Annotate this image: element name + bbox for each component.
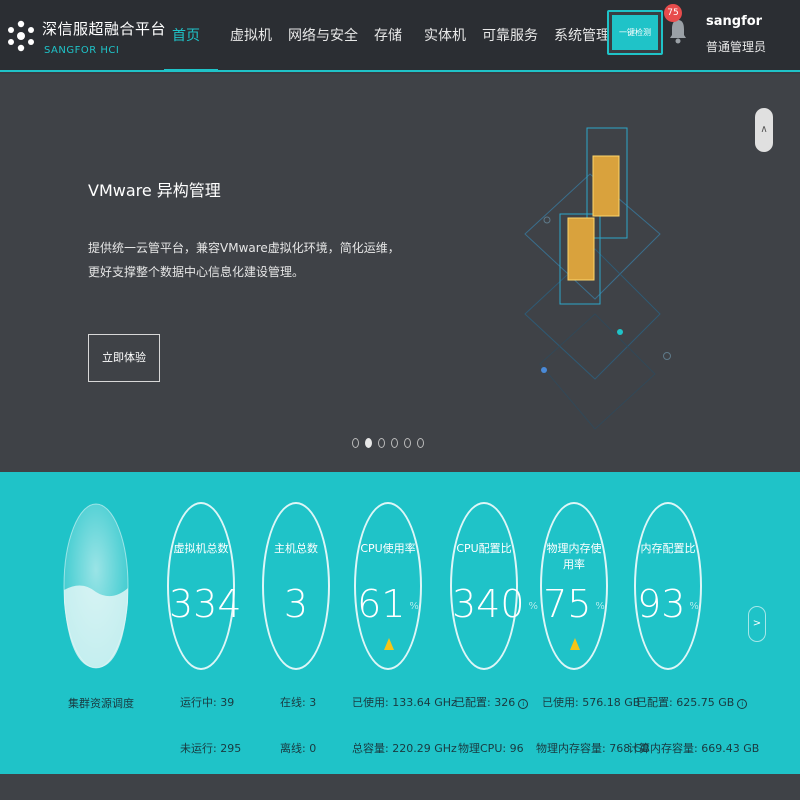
banner-description: 提供统一云管平台，兼容VMware虚拟化环境，简化运维，更好支撑整个数据中心信息… xyxy=(88,241,400,279)
cpu-total-text: 总容量: 220.29 GHz xyxy=(352,742,457,755)
user-role: 普通管理员 xyxy=(706,40,767,54)
physical-cpu-text: 物理CPU: 96 xyxy=(458,742,524,755)
feature-banner: VMware 异构管理 提供统一云管平台，兼容VMware虚拟化环境，简化运维，… xyxy=(0,74,800,472)
info-icon[interactable]: i xyxy=(737,699,748,709)
nav-storage[interactable]: 存储 xyxy=(366,0,410,72)
cluster-scheduling-globe-icon[interactable] xyxy=(62,502,130,670)
gauge-title: CPU配置比 xyxy=(456,542,512,555)
gauge-value: 340% xyxy=(452,582,539,626)
chevron-up-icon[interactable]: ∧ xyxy=(755,108,773,152)
cluster-scheduling-label[interactable]: 集群资源调度 xyxy=(68,695,134,711)
carousel-dot[interactable] xyxy=(404,438,411,448)
notification-badge: 75 xyxy=(664,4,682,22)
brand-subtitle: SANGFOR HCI xyxy=(44,45,120,56)
banner-title: VMware 异构管理 xyxy=(88,181,221,200)
warning-icon xyxy=(384,638,394,650)
chevron-right-icon[interactable]: > xyxy=(748,606,766,642)
nav-reliable-service[interactable]: 可靠服务 xyxy=(474,0,546,72)
memory-usage-gauge[interactable]: 物理内存使用率 75% xyxy=(540,502,608,670)
vm-stopped-text: 未运行: 295 xyxy=(180,742,242,755)
gauge-value: 61% xyxy=(357,582,419,626)
gauge-value: 93% xyxy=(637,582,699,626)
cpu-config-ratio-gauge[interactable]: CPU配置比 340% xyxy=(450,502,539,670)
gauge-value: 3 xyxy=(283,582,309,626)
gauge-title: 主机总数 xyxy=(274,542,318,555)
carousel-dot[interactable] xyxy=(417,438,424,448)
one-click-check-label: 一键检测 xyxy=(612,15,658,50)
vm-total-gauge[interactable]: 虚拟机总数 334 xyxy=(167,502,242,670)
gauge-value: 75% xyxy=(543,582,605,626)
cpu-usage-gauge[interactable]: CPU使用率 61% xyxy=(354,502,422,670)
memory-configured-text: 已配置: 625.75 GB i xyxy=(636,694,748,710)
gauge-title: 物理内存使用率 xyxy=(546,542,602,571)
host-online-text: 在线: 3 xyxy=(280,696,317,709)
cpu-configured-text: 已配置: 326 i xyxy=(454,694,529,710)
warning-icon xyxy=(570,638,580,650)
memory-config-ratio-gauge[interactable]: 内存配置比 93% xyxy=(634,502,702,670)
user-name[interactable]: sangfor xyxy=(706,14,762,29)
top-navigation-bar: 深信服超融合平台 SANGFOR HCI 首页 虚拟机 网络与安全 存储 实体机… xyxy=(0,0,800,72)
try-now-button[interactable]: 立即体验 xyxy=(88,334,160,382)
brand-name: 深信服超融合平台 xyxy=(42,20,167,38)
carousel-dot[interactable] xyxy=(378,438,385,448)
vmware-illustration-icon xyxy=(524,127,671,430)
host-offline-text: 离线: 0 xyxy=(280,742,317,755)
nav-home[interactable]: 首页 xyxy=(164,0,218,72)
vm-running-text: 运行中: 39 xyxy=(180,696,235,709)
main-nav: 首页 虚拟机 网络与安全 存储 实体机 可靠服务 系统管理 xyxy=(164,0,618,72)
sangfor-logo-icon[interactable] xyxy=(6,10,36,62)
bottom-section xyxy=(0,774,800,800)
carousel-dots xyxy=(352,438,424,448)
nav-physical-machine[interactable]: 实体机 xyxy=(416,0,474,72)
carousel-dot[interactable] xyxy=(391,438,398,448)
gauge-value: 334 xyxy=(169,582,242,626)
memory-used-text: 已使用: 576.18 GB xyxy=(542,696,641,709)
carousel-dot-active[interactable] xyxy=(365,438,372,448)
gauge-title: CPU使用率 xyxy=(360,542,416,555)
info-icon[interactable]: i xyxy=(518,699,529,709)
gauge-title: 内存配置比 xyxy=(640,542,696,555)
nav-network-security[interactable]: 网络与安全 xyxy=(280,0,366,72)
resource-stats-panel: 集群资源调度 虚拟机总数 334 运行中: 39 未运行: 295 主机总数 3… xyxy=(0,472,800,774)
one-click-check-button[interactable]: 一键检测 xyxy=(607,10,663,55)
nav-vm[interactable]: 虚拟机 xyxy=(222,0,280,72)
carousel-dot[interactable] xyxy=(352,438,359,448)
compute-memory-text: 计算内存容量: 669.43 GB xyxy=(628,742,760,755)
gauge-title: 虚拟机总数 xyxy=(173,542,229,555)
host-total-gauge[interactable]: 主机总数 3 xyxy=(262,502,330,670)
cpu-used-text: 已使用: 133.64 GHz xyxy=(352,696,457,709)
